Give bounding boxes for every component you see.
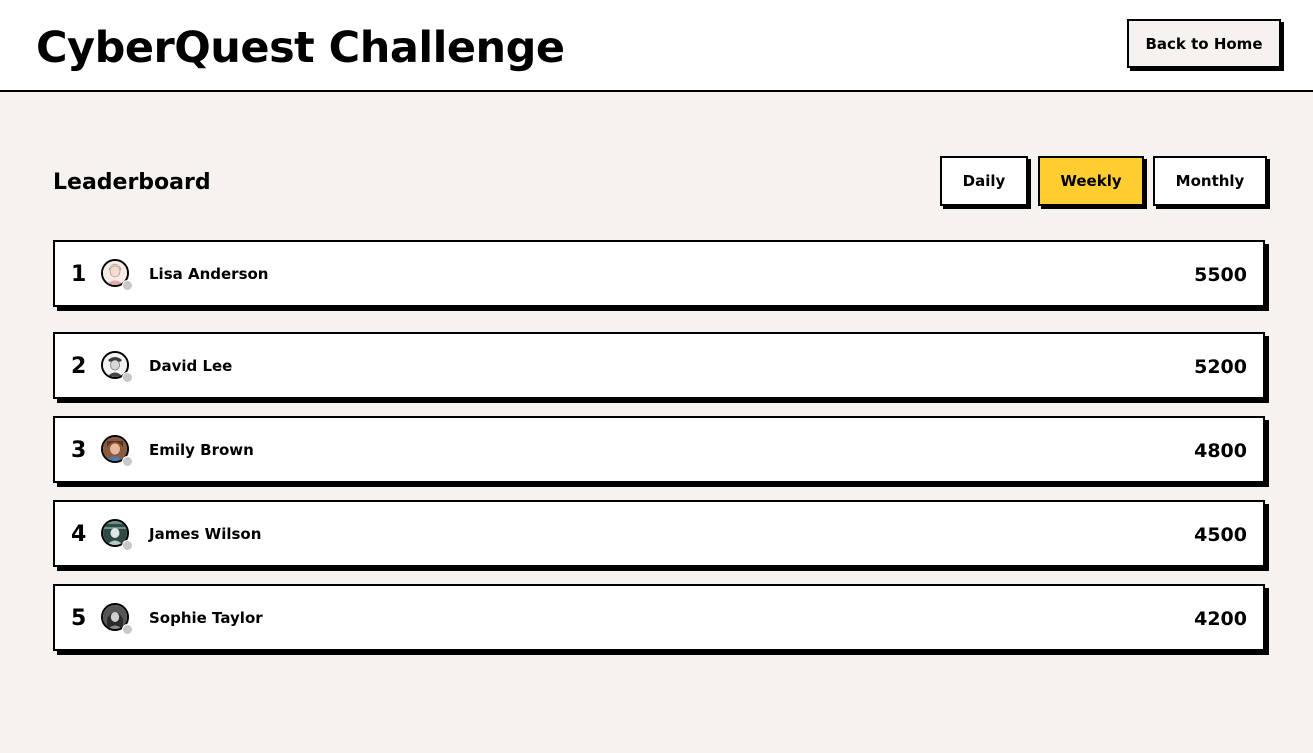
leaderboard-row: 1 Lisa Anderson 5500 xyxy=(53,240,1265,307)
player-score: 5500 xyxy=(1194,264,1247,286)
player-score: 4200 xyxy=(1194,608,1247,630)
leaderboard-title: Leaderboard xyxy=(53,170,211,195)
tab-daily[interactable]: Daily xyxy=(940,156,1028,206)
top-bar: CyberQuest Challenge Back to Home xyxy=(0,0,1313,92)
leaderboard-row: 2 David Lee 5200 xyxy=(53,332,1265,399)
status-indicator xyxy=(122,540,133,551)
player-score: 5200 xyxy=(1194,356,1247,378)
rank-number: 1 xyxy=(71,262,87,287)
rank-number: 4 xyxy=(71,522,87,547)
rank-number: 5 xyxy=(71,606,87,631)
status-indicator xyxy=(122,624,133,635)
player-name: James Wilson xyxy=(149,525,262,543)
app-title: CyberQuest Challenge xyxy=(36,23,565,73)
status-indicator xyxy=(122,372,133,383)
player-name: David Lee xyxy=(149,357,233,375)
rank-number: 2 xyxy=(71,354,87,379)
player-name: Sophie Taylor xyxy=(149,609,263,627)
player-score: 4500 xyxy=(1194,524,1247,546)
leaderboard-row: 3 Emily Brown 4800 xyxy=(53,416,1265,483)
tab-weekly[interactable]: Weekly xyxy=(1038,156,1144,206)
rank-number: 3 xyxy=(71,438,87,463)
player-score: 4800 xyxy=(1194,440,1247,462)
leaderboard-row: 5 Sophie Taylor 4200 xyxy=(53,584,1265,651)
status-indicator xyxy=(122,280,133,291)
tab-monthly[interactable]: Monthly xyxy=(1153,156,1267,206)
back-to-home-button[interactable]: Back to Home xyxy=(1127,19,1281,68)
player-name: Emily Brown xyxy=(149,441,254,459)
leaderboard-row: 4 James Wilson 4500 xyxy=(53,500,1265,567)
status-indicator xyxy=(122,456,133,467)
player-name: Lisa Anderson xyxy=(149,265,269,283)
